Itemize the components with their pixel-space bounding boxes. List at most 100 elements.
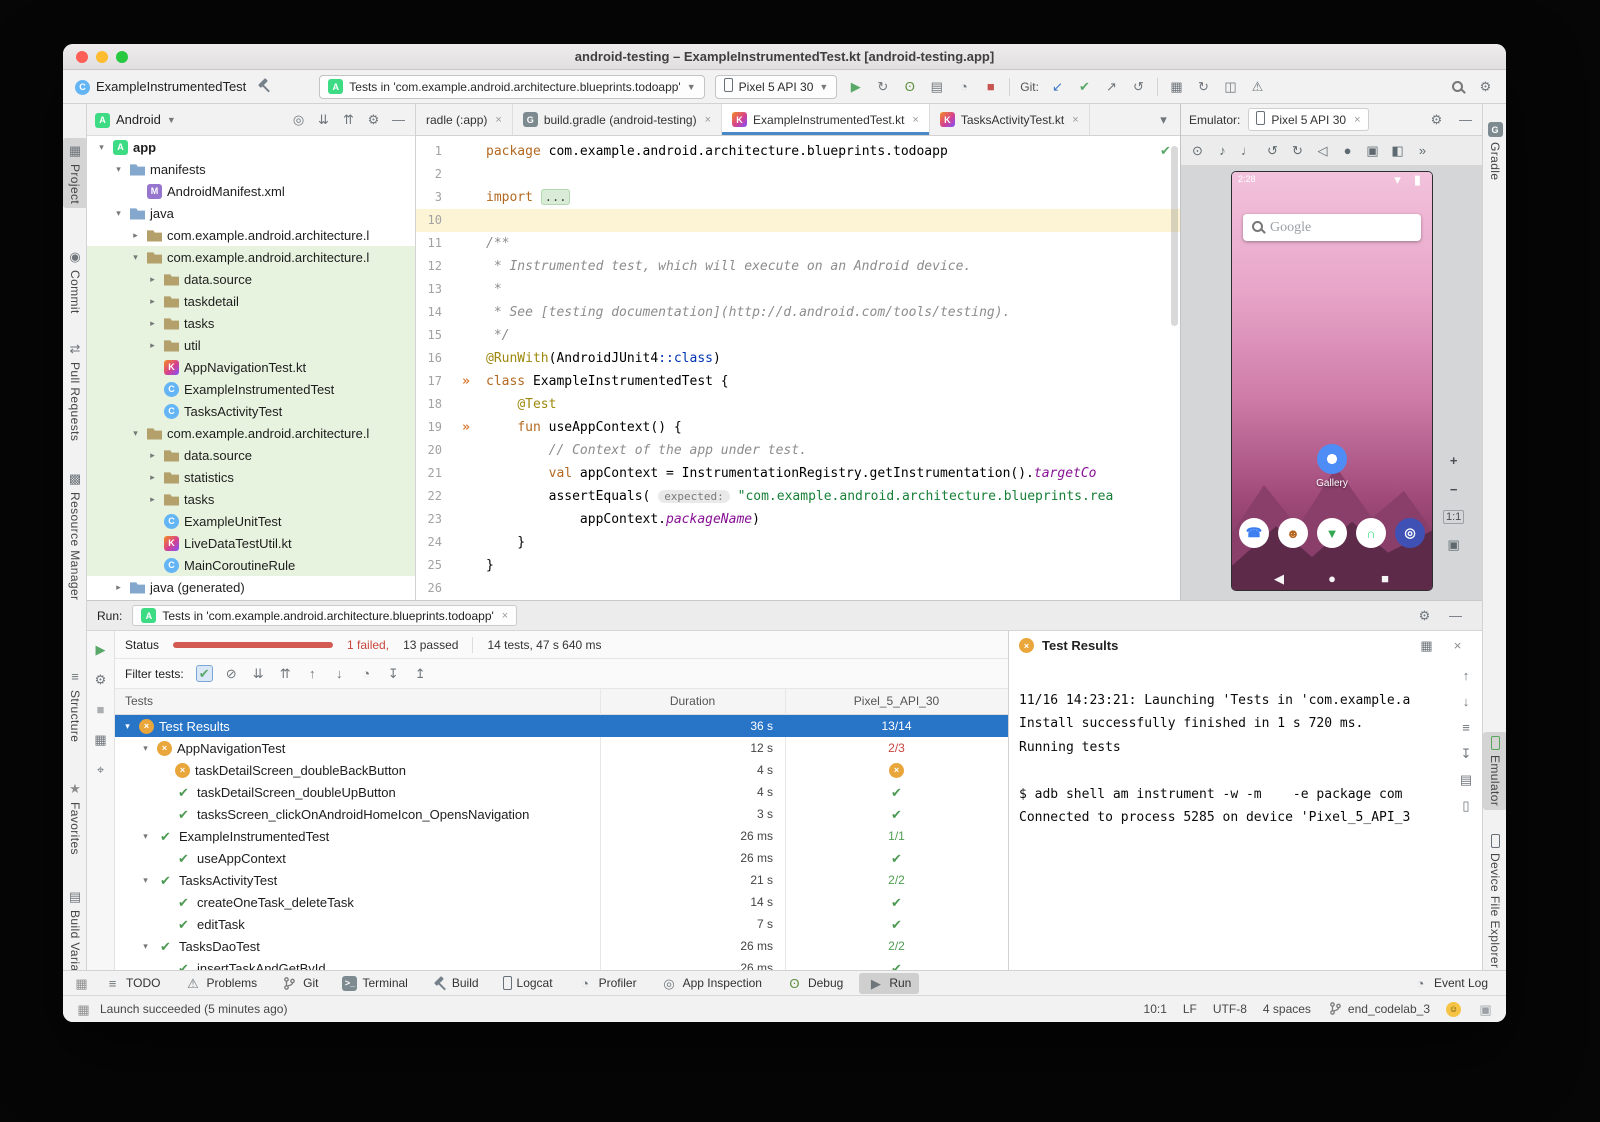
tab-close-icon[interactable]: ×	[1072, 114, 1078, 126]
tool-button-emulator[interactable]: Emulator	[1483, 732, 1506, 810]
run-test-gutter-icon[interactable]: »	[442, 416, 476, 439]
settings-icon[interactable]: ⚙	[1416, 607, 1433, 624]
editor-tab[interactable]: Gbuild.gradle (android-testing)×	[513, 104, 722, 135]
android-app-icon[interactable]: ∩	[1356, 518, 1386, 548]
test-row[interactable]: ×taskDetailScreen_doubleBackButton4 s×	[115, 759, 1008, 781]
more-icon[interactable]: »	[1414, 142, 1431, 159]
tool-window-button-logcat[interactable]: Logcat	[495, 973, 561, 994]
wifi-status-icon[interactable]: ▾	[1389, 172, 1406, 188]
editor-tab[interactable]: radle (:app)×	[416, 104, 513, 135]
restore-layout-icon[interactable]: ▦	[1418, 637, 1435, 654]
run-test-gutter-icon[interactable]: »	[442, 370, 476, 393]
project-view-selector[interactable]: Android	[116, 112, 161, 127]
tree-chevron-icon[interactable]: ▾	[139, 831, 152, 842]
hide-panel-icon[interactable]: —	[1457, 111, 1474, 128]
import-tests-icon[interactable]: ↧	[385, 665, 402, 682]
editor-tab[interactable]: KExampleInstrumentedTest.kt×	[722, 104, 930, 135]
record-icon[interactable]: ●	[1339, 142, 1356, 159]
test-row[interactable]: ▾×AppNavigationTest12 s2/3	[115, 737, 1008, 759]
toolwindow-switcher-icon[interactable]: ▦	[75, 1001, 92, 1018]
tree-node[interactable]: ▸statistics	[87, 466, 415, 488]
tree-node[interactable]: ▸tasks	[87, 488, 415, 510]
soft-wrap-icon[interactable]: ≡	[1458, 719, 1475, 736]
status-corner-icon[interactable]: ▦	[75, 1001, 92, 1018]
tool-window-button-build[interactable]: Build	[424, 973, 487, 994]
tree-node[interactable]: ▸java (generated)	[87, 576, 415, 598]
smiley-icon[interactable]: ☺	[1446, 1002, 1461, 1017]
tool-button-device-file-explorer[interactable]: Device File Explorer	[1483, 830, 1506, 972]
test-row[interactable]: ▾✔ExampleInstrumentedTest26 ms1/1	[115, 825, 1008, 847]
test-row[interactable]: ✔editTask7 s✔	[115, 913, 1008, 935]
test-row[interactable]: ✔useAppContext26 ms✔	[115, 847, 1008, 869]
column-header-tests[interactable]: Tests	[125, 694, 153, 708]
test-settings-icon[interactable]: ⚙	[92, 671, 109, 688]
search-icon[interactable]	[1452, 81, 1463, 92]
snapshots-icon[interactable]: ◧	[1389, 142, 1406, 159]
home-nav-icon[interactable]: ●	[1324, 570, 1341, 587]
settings-icon[interactable]: ⚙	[1428, 111, 1445, 128]
zoom-reset-button[interactable]: 1:1	[1443, 510, 1464, 524]
maps-app-icon[interactable]: ▼	[1317, 518, 1347, 548]
tree-chevron-icon[interactable]: ▾	[112, 208, 125, 219]
tool-button-favorites[interactable]: ★Favorites	[63, 776, 87, 859]
collapse-all-icon[interactable]: ⇈	[277, 665, 294, 682]
tree-node[interactable]: CTasksActivityTest	[87, 400, 415, 422]
tree-node[interactable]: ▾com.example.android.architecture.l	[87, 246, 415, 268]
power-icon[interactable]: ⊙	[1189, 142, 1206, 159]
tool-button-resource-manager[interactable]: ▩Resource Manager	[63, 466, 87, 604]
locate-file-icon[interactable]: ◎	[290, 111, 307, 128]
line-separator[interactable]: LF	[1183, 1002, 1197, 1016]
build-hammer-icon[interactable]	[256, 78, 271, 96]
print-icon[interactable]: ▤	[1458, 771, 1475, 788]
tree-node[interactable]: MAndroidManifest.xml	[87, 180, 415, 202]
test-row[interactable]: ✔createOneTask_deleteTask14 s✔	[115, 891, 1008, 913]
scroll-to-end-icon[interactable]: ↧	[1458, 745, 1475, 762]
tree-chevron-icon[interactable]: ▾	[95, 142, 108, 153]
test-row[interactable]: ✔insertTaskAndGetById26 ms✔	[115, 957, 1008, 970]
tab-close-icon[interactable]: ×	[705, 114, 711, 126]
layout-inspector-icon[interactable]: ◫	[1222, 78, 1239, 95]
stop-disabled-icon[interactable]: ■	[92, 701, 109, 718]
clear-all-icon[interactable]: ▯	[1458, 797, 1475, 814]
tree-chevron-icon[interactable]: ▸	[146, 296, 159, 307]
device-select[interactable]: Pixel 5 API 30 ▼	[715, 75, 838, 99]
tree-chevron-icon[interactable]: ▸	[146, 318, 159, 329]
tool-window-button-profiler[interactable]: ◔Profiler	[569, 973, 645, 994]
tool-window-button-app-inspection[interactable]: ◎App Inspection	[653, 973, 770, 994]
git-commit-icon[interactable]: ✔	[1076, 78, 1093, 95]
tree-node[interactable]: ▾Aapp	[87, 136, 415, 158]
scroll-up-icon[interactable]: ↑	[1458, 667, 1475, 684]
tree-node[interactable]: CExampleInstrumentedTest	[87, 378, 415, 400]
tool-button-structure[interactable]: ≡Structure	[63, 664, 87, 746]
tool-window-button-debug[interactable]: ʘDebug	[778, 973, 851, 994]
problems-window-icon[interactable]: ⚠	[1249, 78, 1266, 95]
screenshot-icon[interactable]: ▣	[1445, 536, 1462, 553]
tool-window-button-terminal[interactable]: >_Terminal	[334, 973, 415, 994]
zoom-in-icon[interactable]: +	[1445, 452, 1462, 469]
hide-panel-icon[interactable]: —	[1447, 607, 1464, 624]
nav-item-label[interactable]: ExampleInstrumentedTest	[96, 79, 246, 94]
build-icon[interactable]	[256, 78, 271, 93]
tree-chevron-icon[interactable]: ▸	[146, 340, 159, 351]
navigation-bar[interactable]: C ExampleInstrumentedTest	[75, 78, 246, 95]
tab-close-icon[interactable]: ×	[495, 114, 501, 126]
tool-window-button-todo[interactable]: ≡TODO	[96, 973, 168, 994]
tree-chevron-icon[interactable]: ▾	[112, 164, 125, 175]
show-passed-icon[interactable]: ✔	[196, 665, 213, 682]
run-tab[interactable]: A Tests in 'com.example.android.architec…	[132, 605, 517, 627]
rotate-left-icon[interactable]: ↺	[1264, 142, 1281, 159]
tree-chevron-icon[interactable]: ▾	[129, 428, 142, 439]
tree-node[interactable]: ▾java	[87, 202, 415, 224]
tree-node[interactable]: ▸com.example.android.architecture.l	[87, 224, 415, 246]
tree-chevron-icon[interactable]: ▸	[146, 274, 159, 285]
tree-chevron-icon[interactable]: ▾	[139, 941, 152, 952]
camera-app-icon[interactable]: ◎	[1395, 518, 1425, 548]
close-icon[interactable]: ×	[502, 610, 508, 622]
stop-icon[interactable]: ■	[982, 78, 999, 95]
device-manager-icon[interactable]: ▦	[1168, 78, 1185, 95]
google-search-widget[interactable]: Google	[1243, 214, 1421, 241]
tree-node[interactable]: ▸data.source	[87, 268, 415, 290]
editor-tab[interactable]: KTasksActivityTest.kt×	[930, 104, 1090, 135]
hidden-tabs-icon[interactable]: ▾	[1155, 111, 1172, 128]
emulator-settings-icon[interactable]: ⚙	[1428, 111, 1445, 128]
